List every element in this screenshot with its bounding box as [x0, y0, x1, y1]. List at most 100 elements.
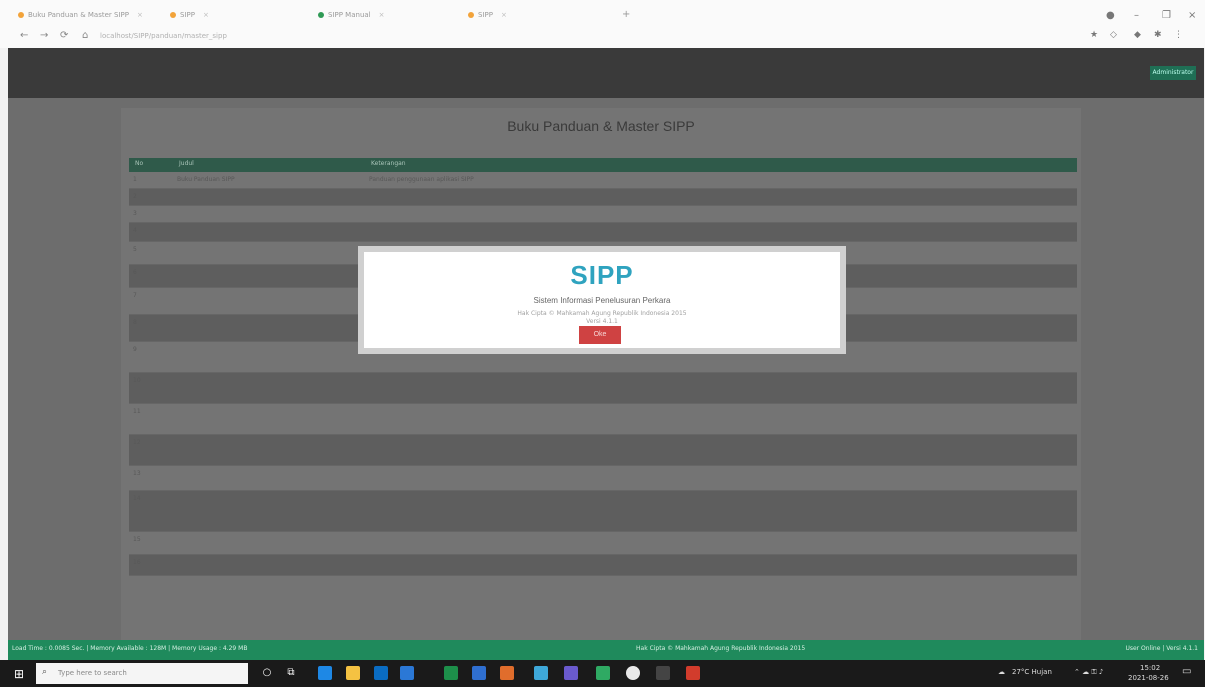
search-icon: ⌕: [42, 667, 48, 677]
row-number: 3: [133, 210, 137, 217]
table-row[interactable]: 1 Buku Panduan SIPP Panduan penggunaan apl…: [129, 172, 1077, 189]
version-text: Versi 4.1.1: [586, 318, 618, 325]
close-icon[interactable]: ×: [203, 11, 209, 19]
column-header: Keterangan: [371, 160, 406, 167]
clock-time[interactable]: 15:02: [1140, 664, 1160, 672]
sipp-logo: SIPP: [570, 260, 634, 290]
profile-icon[interactable]: ●: [1106, 10, 1115, 21]
row-number: 15: [133, 536, 141, 543]
row-number: 13: [133, 470, 141, 477]
favicon-icon: [18, 12, 24, 18]
table-row[interactable]: 3: [129, 206, 1077, 223]
word-icon[interactable]: [472, 666, 486, 680]
tab-label: Buku Panduan & Master SIPP: [28, 11, 129, 19]
tab-label: SIPP: [180, 11, 195, 19]
forward-icon[interactable]: →: [40, 26, 48, 46]
table-row[interactable]: 10: [129, 373, 1077, 404]
cortana-icon[interactable]: ○: [260, 666, 274, 680]
about-dialog: SIPP Sistem Informasi Penelusuran Perkar…: [358, 246, 846, 354]
table-row[interactable]: 15: [129, 532, 1077, 555]
new-tab-button[interactable]: +: [622, 9, 630, 20]
app-icon[interactable]: [564, 666, 578, 680]
content-panel: Buku Panduan & Master SIPP No Judul Kete…: [121, 108, 1081, 640]
weather-text[interactable]: 27°C Hujan: [1012, 668, 1052, 676]
row-number: 2: [133, 193, 137, 200]
taskbar: ⊞ ⌕ Type here to search ○ ⧉ ☁ 27°C Hujan…: [0, 660, 1205, 687]
menu-icon[interactable]: ⋮: [1174, 30, 1183, 40]
app-icon[interactable]: [500, 666, 514, 680]
clock-date[interactable]: 2021-08-26: [1128, 674, 1169, 682]
home-icon[interactable]: ⌂: [82, 26, 88, 46]
app-icon[interactable]: [534, 666, 548, 680]
row-number: 9: [133, 346, 137, 353]
status-footer: Load Time : 0.0085 Sec. | Memory Availab…: [8, 640, 1204, 660]
footer-copyright: Hak Cipta © Mahkamah Agung Republik Indo…: [636, 645, 806, 652]
table-body: 1 Buku Panduan SIPP Panduan penggunaan apl…: [129, 172, 1077, 576]
weather-icon[interactable]: ☁: [998, 668, 1005, 676]
address-bar[interactable]: localhost/SIPP/panduan/master_sipp: [100, 30, 350, 42]
close-icon[interactable]: ×: [501, 11, 507, 19]
taskbar-search[interactable]: ⌕ Type here to search: [36, 663, 248, 684]
table-row[interactable]: 2: [129, 189, 1077, 206]
address-bar-row: ← → ⟳ ⌂ localhost/SIPP/panduan/master_si…: [0, 26, 1205, 46]
table-header: No Judul Keterangan: [129, 158, 1077, 172]
ok-button[interactable]: Oke: [579, 326, 621, 344]
row-number: 12: [133, 439, 141, 446]
file-explorer-icon[interactable]: [346, 666, 360, 680]
row-description: Panduan penggunaan aplikasi SIPP: [369, 176, 474, 183]
row-number: 14: [133, 495, 141, 502]
app-icon[interactable]: [656, 666, 670, 680]
maximize-icon[interactable]: ❐: [1162, 10, 1171, 21]
close-icon[interactable]: ×: [379, 11, 385, 19]
browser-chrome: Buku Panduan & Master SIPP × SIPP × SIPP M…: [0, 0, 1205, 48]
row-number: 8: [133, 319, 137, 326]
back-icon[interactable]: ←: [20, 26, 28, 46]
favicon-icon: [468, 12, 474, 18]
close-icon[interactable]: ×: [137, 11, 143, 19]
store-icon[interactable]: [374, 666, 388, 680]
row-number: 10: [133, 377, 141, 384]
app-icon[interactable]: [686, 666, 700, 680]
browser-tab[interactable]: SIPP Manual ×: [318, 6, 385, 24]
table-row[interactable]: 12: [129, 435, 1077, 466]
browser-tab[interactable]: Buku Panduan & Master SIPP ×: [18, 6, 143, 24]
row-title[interactable]: Buku Panduan SIPP: [177, 176, 357, 183]
browser-tab[interactable]: SIPP ×: [468, 6, 507, 24]
row-number: 16: [133, 559, 141, 566]
tab-label: SIPP: [478, 11, 493, 19]
excel-icon[interactable]: [444, 666, 458, 680]
footer-version: User Online | Versi 4.1.1: [1125, 645, 1198, 652]
table-row[interactable]: 14: [129, 491, 1077, 532]
table-row[interactable]: 13: [129, 466, 1077, 491]
row-number: 5: [133, 246, 137, 253]
dialog-subtitle: Sistem Informasi Penelusuran Perkara: [533, 296, 671, 305]
minimize-icon[interactable]: –: [1134, 10, 1139, 21]
column-header: Judul: [179, 160, 194, 167]
browser-tab[interactable]: SIPP ×: [170, 6, 209, 24]
mail-icon[interactable]: [400, 666, 414, 680]
row-number: 7: [133, 292, 137, 299]
task-view-icon[interactable]: ⧉: [284, 666, 298, 680]
app-icon[interactable]: [596, 666, 610, 680]
dialog-body: SIPP Sistem Informasi Penelusuran Perkar…: [364, 252, 840, 348]
row-number: 6: [133, 269, 137, 276]
extension-icon[interactable]: ◆: [1134, 30, 1141, 40]
notification-icon[interactable]: ▭: [1182, 666, 1191, 677]
table-row[interactable]: 16: [129, 555, 1077, 576]
chrome-icon[interactable]: [626, 666, 640, 680]
tab-strip: Buku Panduan & Master SIPP × SIPP × SIPP M…: [0, 6, 1205, 24]
row-number: 1: [133, 176, 137, 183]
windows-start-icon[interactable]: ⊞: [14, 667, 24, 681]
extension-icon[interactable]: ◇: [1110, 30, 1117, 40]
window-close-icon[interactable]: ×: [1188, 10, 1196, 21]
reload-icon[interactable]: ⟳: [60, 26, 68, 46]
extension-icon[interactable]: ★: [1090, 30, 1098, 40]
load-stats: Load Time : 0.0085 Sec. | Memory Availab…: [12, 645, 248, 652]
table-row[interactable]: 11: [129, 404, 1077, 435]
extension-icon[interactable]: ✱: [1154, 30, 1162, 40]
tray-icons[interactable]: ⌃ ☁ ⚿ ♪: [1074, 668, 1103, 677]
table-row[interactable]: 4: [129, 223, 1077, 242]
edge-icon[interactable]: [318, 666, 332, 680]
search-placeholder: Type here to search: [58, 669, 127, 677]
user-badge[interactable]: Administrator: [1150, 66, 1196, 80]
